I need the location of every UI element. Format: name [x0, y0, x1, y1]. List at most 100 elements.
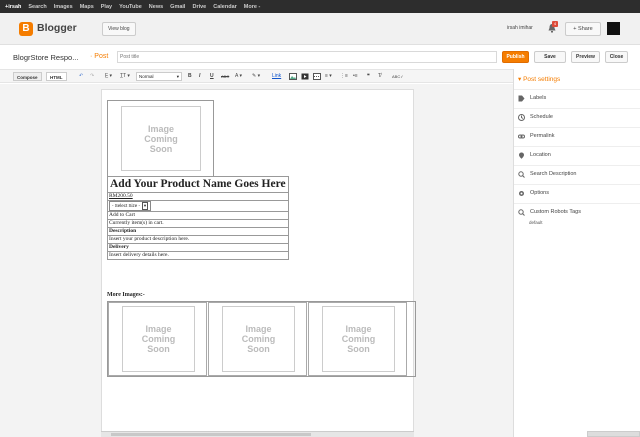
gear-icon: [519, 191, 524, 196]
font-family-button[interactable]: F̲ ▾: [105, 73, 112, 80]
blogger-logo-icon[interactable]: B: [19, 22, 33, 36]
image-placeholder: Image Coming Soon: [322, 306, 395, 372]
preview-button[interactable]: Preview: [571, 51, 600, 63]
add-to-cart-text[interactable]: Add to Cart: [108, 212, 288, 220]
more-images-heading[interactable]: More Images:-: [107, 292, 145, 298]
insert-jump-break-icon[interactable]: [313, 73, 321, 80]
sidebar-item-label: Schedule: [530, 114, 553, 120]
image-placeholder: Image Coming Soon: [122, 306, 195, 372]
avatar[interactable]: [607, 22, 620, 35]
brand-name[interactable]: Blogger: [37, 22, 77, 34]
sidebar-item-options[interactable]: Options: [514, 184, 640, 202]
delivery-label[interactable]: Delivery: [108, 244, 288, 252]
size-select[interactable]: - Select Size - ▾: [109, 201, 152, 211]
blog-title[interactable]: BlogrStore Respo...: [13, 53, 78, 62]
description-text[interactable]: Insert your product description here.: [108, 236, 288, 244]
link-icon: [518, 134, 525, 139]
sidebar-item-search-description[interactable]: Search Description: [514, 165, 640, 183]
bold-button[interactable]: B: [188, 73, 192, 80]
more-images-table[interactable]: Image Coming Soon Image Coming Soon Imag…: [107, 301, 416, 377]
align-button[interactable]: ≡ ▾: [325, 73, 332, 80]
tab-html[interactable]: HTML: [46, 72, 67, 81]
sidebar-item-label: Permalink: [530, 133, 555, 139]
redo-icon[interactable]: ↷: [90, 73, 94, 80]
format-select-value: Normal: [139, 74, 154, 79]
product-table[interactable]: Add Your Product Name Goes Here 1 RM200.…: [107, 176, 289, 260]
gbar-calendar-link[interactable]: Calendar: [213, 4, 237, 10]
more-image-3: Image Coming Soon: [308, 302, 407, 376]
underline-button[interactable]: U: [210, 73, 214, 80]
gbar-news-link[interactable]: News: [149, 4, 163, 10]
post-title-input[interactable]: [117, 51, 497, 63]
save-button[interactable]: Save: [534, 51, 566, 63]
user-name[interactable]: irsah imihar: [507, 25, 533, 31]
main-product-image: Image Coming Soon: [107, 100, 214, 177]
image-placeholder: Image Coming Soon: [222, 306, 295, 372]
notification-count-badge: 4: [552, 21, 558, 27]
tab-compose[interactable]: Compose: [13, 72, 42, 81]
search-icon: [518, 171, 525, 178]
post-settings-sidebar: ▾ Post settings Labels Schedule Permalin…: [513, 69, 640, 437]
gbar-maps-link[interactable]: Maps: [80, 4, 94, 10]
share-button[interactable]: + Share: [565, 22, 601, 36]
sidebar-item-custom-robots-tags[interactable]: Custom Robots Tags: [514, 203, 640, 221]
format-select[interactable]: Normal ▾: [136, 72, 182, 81]
spellcheck-button[interactable]: ABC✓: [392, 73, 404, 80]
gbar-profile-link[interactable]: +irsah: [5, 4, 21, 10]
editor-toolbar: Compose HTML ↶ ↷ F̲ ▾ T̲T ▾ Normal ▾ B I …: [0, 69, 513, 83]
image-placeholder-text: Image Coming Soon: [341, 324, 376, 354]
horizontal-scrollbar[interactable]: [101, 431, 414, 437]
image-placeholder-text: Image Coming Soon: [141, 324, 176, 354]
gbar-drive-link[interactable]: Drive: [192, 4, 206, 10]
insert-video-icon[interactable]: [301, 73, 309, 80]
gbar-search-link[interactable]: Search: [28, 4, 46, 10]
strikethrough-button[interactable]: ABC: [221, 73, 229, 80]
post-settings-heading[interactable]: ▾ Post settings: [518, 75, 560, 83]
remove-formatting-button[interactable]: T̸: [378, 73, 381, 80]
sidebar-item-label: Search Description: [530, 171, 577, 177]
chevron-down-icon: ▾: [176, 74, 179, 79]
close-button[interactable]: Close: [605, 51, 628, 63]
font-size-button[interactable]: T̲T ▾: [120, 73, 130, 80]
numbered-list-button[interactable]: ⋮≡: [340, 73, 348, 80]
insert-image-icon[interactable]: [289, 73, 297, 80]
gbar-gmail-link[interactable]: Gmail: [170, 4, 185, 10]
scrollbar-thumb[interactable]: [111, 433, 311, 436]
gbar-more-link[interactable]: More -: [244, 4, 261, 10]
description-label[interactable]: Description: [108, 228, 288, 236]
publish-button[interactable]: Publish: [502, 51, 529, 63]
gbar-youtube-link[interactable]: YouTube: [119, 4, 142, 10]
highlight-button[interactable]: ✎ ▾: [252, 73, 260, 80]
delivery-text[interactable]: Insert delivery details here.: [108, 252, 288, 259]
italic-button[interactable]: I: [199, 73, 200, 80]
gbar-images-link[interactable]: Images: [54, 4, 73, 10]
size-select-value: - Select Size -: [112, 203, 141, 208]
view-blog-button[interactable]: View blog: [102, 22, 136, 36]
size-select-row: - Select Size - ▾: [108, 201, 288, 212]
sidebar-item-label: Options: [530, 190, 549, 196]
bulleted-list-button[interactable]: •≡: [353, 73, 358, 80]
cart-status-text[interactable]: Currently item(s) in cart.: [108, 220, 288, 228]
sidebar-item-permalink[interactable]: Permalink: [514, 127, 640, 145]
more-image-1: Image Coming Soon: [108, 302, 207, 376]
sidebar-item-label: Labels: [530, 95, 547, 101]
search-icon: [518, 209, 525, 216]
sidebar-item-location[interactable]: Location: [514, 146, 640, 164]
sidebar-item-schedule[interactable]: Schedule: [514, 108, 640, 126]
google-bar: +irsah Search Images Maps Play YouTube N…: [0, 0, 640, 13]
post-breadcrumb: · Post: [90, 53, 109, 60]
more-image-2: Image Coming Soon: [208, 302, 307, 376]
text-color-button[interactable]: A ▾: [235, 73, 242, 80]
image-placeholder-text: Image Coming Soon: [241, 324, 276, 354]
product-price[interactable]: RM200.50: [108, 193, 288, 201]
pin-icon: [519, 152, 524, 159]
sidebar-item-labels[interactable]: Labels: [514, 89, 640, 107]
sidebar-item-label: Location: [530, 152, 551, 158]
sidebar-item-label: Custom Robots Tags: [530, 209, 581, 215]
product-name-heading[interactable]: Add Your Product Name Goes Here 1: [108, 177, 288, 193]
link-button[interactable]: Link: [272, 73, 281, 80]
undo-icon[interactable]: ↶: [79, 73, 83, 80]
quote-button[interactable]: ❝: [367, 73, 370, 80]
gbar-play-link[interactable]: Play: [101, 4, 112, 10]
sidebar-scrollbar[interactable]: [587, 431, 640, 437]
